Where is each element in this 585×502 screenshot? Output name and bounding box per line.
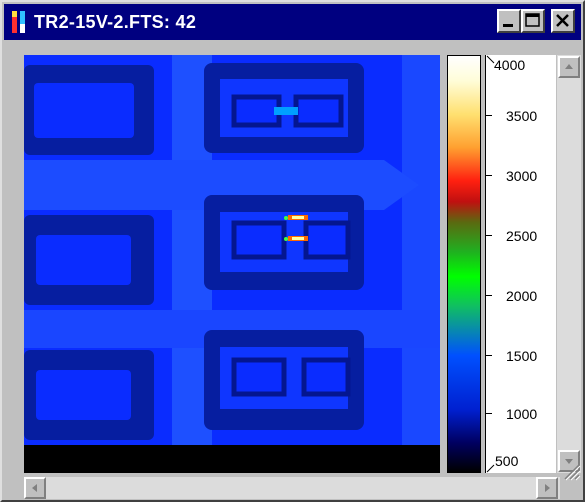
color-scale-bar xyxy=(447,55,481,473)
window-title: TR2-15V-2.FTS: 42 xyxy=(34,12,197,32)
minimize-button[interactable] xyxy=(497,9,521,33)
scale-end-marks xyxy=(486,55,495,473)
arrow-left-icon xyxy=(32,484,37,492)
scroll-left-button[interactable] xyxy=(24,477,46,499)
minimize-icon xyxy=(503,24,513,27)
arrow-up-icon xyxy=(565,64,573,69)
scroll-right-button[interactable] xyxy=(536,477,558,499)
scale-label-500: 500 xyxy=(495,453,519,469)
window-client-area: 4000 3500 3000 2500 2000 1500 1000 500 xyxy=(4,40,581,499)
thermal-image[interactable] xyxy=(24,55,440,445)
app-icon xyxy=(12,11,25,33)
close-button[interactable] xyxy=(551,9,575,33)
color-scale-axis: 4000 3500 3000 2500 2000 1500 1000 500 xyxy=(485,55,556,473)
image-window: TR2-15V-2.FTS: 42 4000 3500 3000 2500 20… xyxy=(0,0,585,502)
scroll-up-button[interactable] xyxy=(558,56,580,78)
arrow-right-icon xyxy=(545,484,550,492)
horizontal-scrollbar[interactable] xyxy=(24,477,560,499)
resize-grip-icon[interactable] xyxy=(561,461,581,481)
pad-structure-center xyxy=(204,63,364,430)
maximize-button[interactable] xyxy=(521,9,545,33)
maximize-icon xyxy=(525,13,540,27)
image-bottom-band xyxy=(24,445,440,473)
close-icon xyxy=(556,14,569,27)
title-bar[interactable]: TR2-15V-2.FTS: 42 xyxy=(4,4,581,40)
pad-structure-left xyxy=(24,65,154,440)
vertical-scrollbar[interactable] xyxy=(557,55,581,473)
